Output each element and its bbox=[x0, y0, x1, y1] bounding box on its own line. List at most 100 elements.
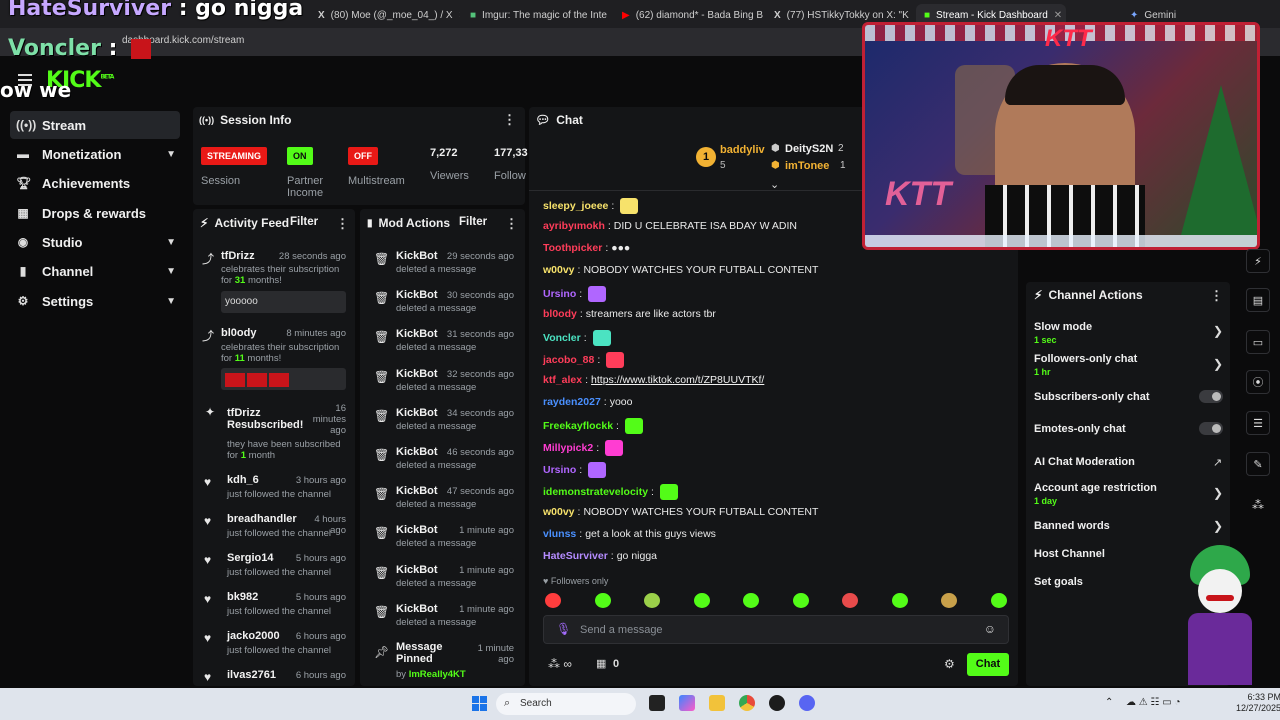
sidebar-item-stream[interactable]: ((•)) Stream bbox=[10, 111, 180, 139]
set-goals-button[interactable]: Set goals bbox=[1034, 576, 1083, 588]
clock[interactable]: 6:33 PM 12/27/2025 bbox=[1236, 692, 1280, 714]
mod-action-user[interactable]: KickBot bbox=[396, 328, 438, 340]
subscribers-only-toggle[interactable] bbox=[1199, 390, 1223, 403]
mod-action-user[interactable]: KickBot bbox=[396, 446, 438, 458]
emote-icon[interactable] bbox=[990, 593, 1007, 608]
chat-username[interactable]: Millypick2 bbox=[543, 442, 593, 454]
chat-username[interactable]: Ursino bbox=[543, 288, 576, 300]
chat-username[interactable]: Toothpicker bbox=[543, 242, 602, 254]
tray-icons[interactable]: ☁ ⚠ ☷ ▭ ◔ bbox=[1126, 697, 1181, 708]
chat-username[interactable]: HateSurviver bbox=[543, 550, 608, 562]
sidebar-item-monetization[interactable]: ▬ Monetization ▼ bbox=[10, 140, 180, 168]
chat-username[interactable]: Freekayflockk bbox=[543, 420, 613, 432]
chat-username[interactable]: w00vy bbox=[543, 264, 575, 276]
task-view-icon[interactable] bbox=[649, 695, 665, 711]
emote-icon[interactable] bbox=[941, 593, 957, 608]
more-options-icon[interactable]: ⋮ bbox=[503, 112, 516, 128]
activity-user[interactable]: ilvas2761 bbox=[227, 669, 276, 681]
wrench-icon[interactable]: ✎ bbox=[1246, 452, 1270, 476]
activity-user[interactable]: tfDrizz bbox=[221, 250, 255, 262]
app-icon[interactable] bbox=[769, 695, 785, 711]
chat-username[interactable]: bl0ody bbox=[543, 308, 577, 320]
chat-text[interactable]: https://www.tiktok.com/t/ZP8UUVTKf/ bbox=[591, 374, 764, 386]
points-icon[interactable]: ⁂ ∞ bbox=[548, 657, 572, 671]
discord-icon[interactable] bbox=[799, 695, 815, 711]
chat-username[interactable]: jacobo_88 bbox=[543, 354, 594, 366]
sidebar-item-settings[interactable]: ⚙ Settings ▼ bbox=[10, 287, 180, 315]
activity-user[interactable]: tfDrizz Resubscribed! bbox=[227, 407, 307, 431]
more-options-icon[interactable]: ⋮ bbox=[505, 216, 518, 232]
banned-words-label[interactable]: Banned words bbox=[1034, 520, 1110, 532]
browser-tab[interactable]: ▶(62) diamond* - Bada Bing B✕ bbox=[614, 4, 764, 26]
host-channel-button[interactable]: Host Channel bbox=[1034, 548, 1105, 560]
file-explorer-icon[interactable] bbox=[709, 695, 725, 711]
browser-tab[interactable]: ■Imgur: The magic of the Inte✕ bbox=[462, 4, 612, 26]
more-options-icon[interactable]: ⋮ bbox=[1210, 288, 1223, 304]
activity-user[interactable]: jacko2000 bbox=[227, 630, 280, 642]
activity-user[interactable]: Sergio14 bbox=[227, 552, 273, 564]
leaderboard-user[interactable]: baddyliv bbox=[720, 144, 765, 156]
gift-icon[interactable]: ▦ bbox=[596, 657, 606, 670]
document-icon[interactable]: ▤ bbox=[1246, 288, 1270, 312]
age-restriction-label[interactable]: Account age restriction bbox=[1034, 482, 1157, 494]
mod-filter-button[interactable]: Filter bbox=[459, 216, 487, 228]
ai-moderation-label[interactable]: AI Chat Moderation bbox=[1034, 456, 1135, 468]
activity-user[interactable]: breadhandler bbox=[227, 513, 297, 525]
broadcast-icon[interactable]: ⦿ bbox=[1246, 370, 1270, 394]
mod-action-user[interactable]: KickBot bbox=[396, 524, 438, 536]
chevron-right-icon[interactable]: ❯ bbox=[1213, 486, 1223, 500]
chat-username[interactable]: sleepy_joeee bbox=[543, 200, 608, 212]
sidebar-item-drops[interactable]: ▦ Drops & rewards bbox=[10, 199, 180, 227]
chat-username[interactable]: ayribyımokh bbox=[543, 220, 605, 232]
taskbar-search[interactable]: ⌕ Search bbox=[496, 693, 636, 715]
slow-mode-label[interactable]: Slow mode bbox=[1034, 321, 1092, 333]
windows-start-icon[interactable] bbox=[472, 696, 487, 711]
emotes-only-toggle[interactable] bbox=[1199, 422, 1223, 435]
emote-icon[interactable] bbox=[842, 593, 858, 608]
emote-icon[interactable] bbox=[891, 593, 908, 608]
chat-username[interactable]: Voncler bbox=[543, 332, 581, 344]
chat-input[interactable]: 🎙︎ Send a message ☺ bbox=[543, 615, 1009, 644]
activity-user[interactable]: bk982 bbox=[227, 591, 258, 603]
chat-username[interactable]: rayden2027 bbox=[543, 396, 601, 408]
emote-icon[interactable] bbox=[545, 593, 561, 608]
emote-icon[interactable] bbox=[644, 593, 660, 608]
gear-icon[interactable]: ⚙ bbox=[944, 657, 955, 671]
chat-username[interactable]: ktf_alex bbox=[543, 374, 582, 386]
send-chat-button[interactable]: Chat bbox=[967, 653, 1009, 676]
emote-icon[interactable] bbox=[594, 593, 611, 608]
mod-action-user[interactable]: KickBot bbox=[396, 289, 438, 301]
activity-user[interactable]: bl0ody bbox=[221, 327, 256, 339]
activity-user[interactable]: kdh_6 bbox=[227, 474, 259, 486]
more-options-icon[interactable]: ⋮ bbox=[336, 216, 349, 232]
copilot-icon[interactable] bbox=[679, 695, 695, 711]
chrome-icon[interactable] bbox=[739, 695, 755, 711]
sidebar-item-channel[interactable]: ▮ Channel ▼ bbox=[10, 257, 180, 285]
points-icon[interactable]: ⁂ bbox=[1252, 498, 1264, 512]
activity-filter-button[interactable]: Filter bbox=[290, 216, 318, 228]
tray-chevron-icon[interactable]: ⌃ bbox=[1105, 697, 1113, 708]
mod-action-user[interactable]: KickBot bbox=[396, 485, 438, 497]
chevron-right-icon[interactable]: ❯ bbox=[1213, 324, 1223, 338]
chat-username[interactable]: vlunss bbox=[543, 528, 576, 540]
browser-tab[interactable]: X(80) Moe (@_moe_04_) / X✕ bbox=[310, 4, 460, 26]
microphone-icon[interactable]: 🎙︎ bbox=[556, 622, 571, 636]
emoji-icon[interactable]: ☺ bbox=[984, 622, 996, 636]
chevron-right-icon[interactable]: ❯ bbox=[1213, 519, 1223, 533]
emote-icon[interactable] bbox=[693, 593, 710, 608]
followers-only-label[interactable]: Followers-only chat bbox=[1034, 353, 1137, 365]
sidebar-item-achievements[interactable]: 🏆︎ Achievements bbox=[10, 169, 180, 197]
chat-username[interactable]: idemonstratevelocity bbox=[543, 486, 648, 498]
mod-action-user[interactable]: KickBot bbox=[396, 250, 438, 262]
mod-action-user[interactable]: KickBot bbox=[396, 368, 438, 380]
lightning-icon[interactable]: ⚡︎ bbox=[1246, 249, 1270, 273]
leaderboard-user[interactable]: imTonee bbox=[785, 160, 829, 172]
external-link-icon[interactable]: ↗ bbox=[1213, 456, 1222, 469]
emote-icon[interactable] bbox=[792, 593, 809, 608]
sidebar-item-studio[interactable]: ◉ Studio ▼ bbox=[10, 228, 180, 256]
mod-action-user[interactable]: KickBot bbox=[396, 603, 438, 615]
chevron-right-icon[interactable]: ❯ bbox=[1213, 357, 1223, 371]
mod-action-user[interactable]: KickBot bbox=[396, 407, 438, 419]
emote-icon[interactable] bbox=[743, 593, 759, 608]
chat-username[interactable]: w00vy bbox=[543, 506, 575, 518]
